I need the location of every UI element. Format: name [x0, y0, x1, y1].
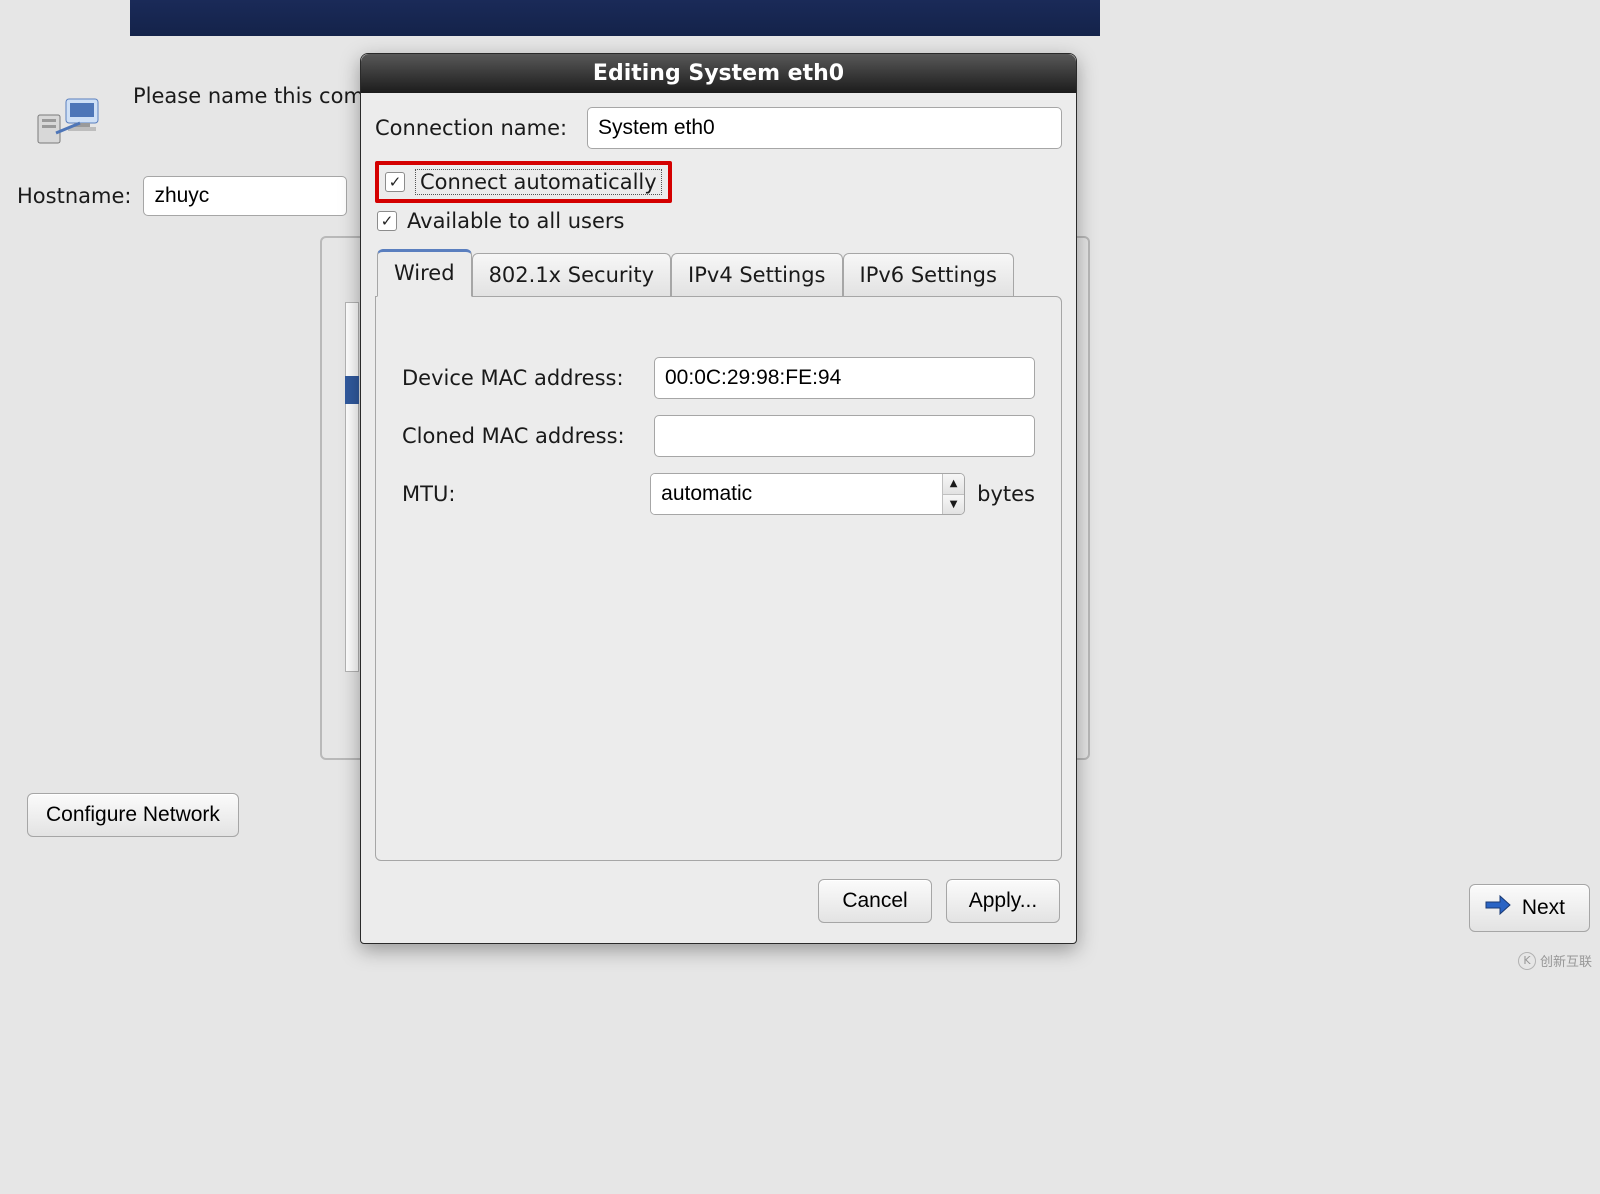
dialog-title: Editing System eth0 [361, 54, 1076, 93]
tab-wired[interactable]: Wired [377, 249, 472, 297]
background-list-selected [345, 376, 359, 404]
edit-connection-dialog: Editing System eth0 Connection name: Con… [360, 53, 1077, 944]
hostname-label: Hostname: [17, 184, 131, 208]
connection-name-label: Connection name: [375, 116, 573, 140]
dialog-tabs: Wired 802.1x Security IPv4 Settings IPv6… [375, 249, 1062, 296]
available-to-all-checkbox[interactable] [377, 211, 397, 231]
device-mac-label: Device MAC address: [402, 366, 640, 390]
cancel-button[interactable]: Cancel [818, 879, 932, 923]
dialog-footer: Cancel Apply... [361, 861, 1076, 943]
mtu-step-up-icon[interactable]: ▲ [943, 474, 964, 495]
background-list [345, 302, 359, 672]
mtu-input[interactable] [651, 474, 942, 514]
available-to-all-label: Available to all users [407, 209, 624, 233]
watermark-text: 创新互联 [1540, 951, 1592, 970]
arrow-right-icon [1484, 894, 1512, 922]
connect-automatically-label: Connect automatically [415, 169, 662, 195]
installer-top-bar [130, 0, 1100, 36]
apply-button[interactable]: Apply... [946, 879, 1060, 923]
connect-automatically-checkbox[interactable] [385, 172, 405, 192]
next-label: Next [1522, 896, 1565, 920]
next-button[interactable]: Next [1469, 884, 1590, 932]
tab-ipv4-settings[interactable]: IPv4 Settings [671, 253, 842, 296]
watermark-icon: K [1518, 952, 1536, 970]
network-computers-icon [36, 93, 106, 152]
mtu-label: MTU: [402, 482, 636, 506]
device-mac-input[interactable] [654, 357, 1035, 399]
mtu-step-down-icon[interactable]: ▼ [943, 495, 964, 515]
tab-ipv6-settings[interactable]: IPv6 Settings [843, 253, 1014, 296]
mtu-unit: bytes [977, 482, 1035, 506]
tab-8021x-security[interactable]: 802.1x Security [472, 253, 671, 296]
cloned-mac-input[interactable] [654, 415, 1035, 457]
connection-name-input[interactable] [587, 107, 1062, 149]
connect-automatically-highlight: Connect automatically [375, 161, 672, 203]
configure-network-button[interactable]: Configure Network [27, 793, 239, 837]
hostname-input[interactable] [143, 176, 347, 216]
cloned-mac-label: Cloned MAC address: [402, 424, 640, 448]
hostname-row: Hostname: [17, 176, 347, 216]
tabpage-wired: Device MAC address: Cloned MAC address: … [375, 296, 1062, 861]
watermark: K 创新互联 [1518, 951, 1592, 970]
mtu-spin[interactable]: ▲ ▼ [650, 473, 965, 515]
